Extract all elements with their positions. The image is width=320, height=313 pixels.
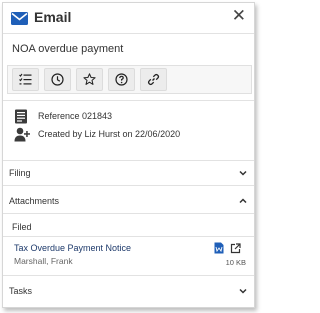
- chevron-down-icon: [239, 170, 247, 176]
- reference-row: Reference 021843: [3, 107, 254, 127]
- divider: [3, 213, 254, 214]
- section-attachments-header[interactable]: Attachments: [3, 189, 254, 213]
- link-icon: [147, 73, 160, 86]
- chevron-down-icon: [239, 288, 247, 294]
- clock-icon: [51, 73, 64, 86]
- copy-link-button[interactable]: [140, 68, 167, 91]
- document-icon: [15, 109, 27, 124]
- section-tasks-header[interactable]: Tasks: [3, 279, 254, 303]
- section-attachments-label: Attachments: [9, 196, 60, 206]
- divider: [3, 275, 254, 276]
- chevron-up-icon: [239, 198, 247, 204]
- divider: [3, 185, 254, 186]
- action-toolbar: [7, 65, 252, 94]
- add-user-icon: [14, 127, 30, 142]
- attachment-author: Marshall, Frank: [14, 256, 73, 266]
- envelope-icon: [11, 12, 28, 25]
- attachment-item[interactable]: Tax Overdue Payment Notice Marshall, Fra…: [3, 237, 254, 273]
- created-text: Created by Liz Hurst on 22/06/2020: [38, 129, 181, 139]
- divider: [3, 100, 254, 101]
- email-subject: NOA overdue payment: [12, 43, 124, 55]
- reference-text: Reference 021843: [38, 111, 113, 121]
- panel-title: Email: [34, 9, 72, 25]
- close-button[interactable]: ✕: [232, 6, 246, 26]
- word-document-icon: [214, 242, 224, 254]
- section-filing-label: Filing: [9, 168, 31, 178]
- section-tasks-label: Tasks: [9, 286, 33, 296]
- attachment-title[interactable]: Tax Overdue Payment Notice: [14, 243, 131, 253]
- help-icon: [115, 73, 128, 86]
- panel-header: Email ✕: [3, 3, 254, 33]
- help-button[interactable]: [108, 68, 135, 91]
- created-row: Created by Liz Hurst on 22/06/2020: [3, 125, 254, 145]
- favourite-button[interactable]: [76, 68, 103, 91]
- checklist-icon: [19, 73, 32, 85]
- open-external-icon[interactable]: [230, 243, 241, 254]
- section-filing-header[interactable]: Filing: [3, 161, 254, 185]
- checklist-button[interactable]: [12, 68, 39, 91]
- history-button[interactable]: [44, 68, 71, 91]
- star-icon: [83, 73, 96, 85]
- attachment-size: 10 KB: [225, 258, 246, 267]
- attachments-group-label: Filed: [12, 222, 32, 232]
- email-panel: Email ✕ NOA overdue payment Reference 02…: [2, 2, 255, 308]
- divider: [3, 33, 254, 34]
